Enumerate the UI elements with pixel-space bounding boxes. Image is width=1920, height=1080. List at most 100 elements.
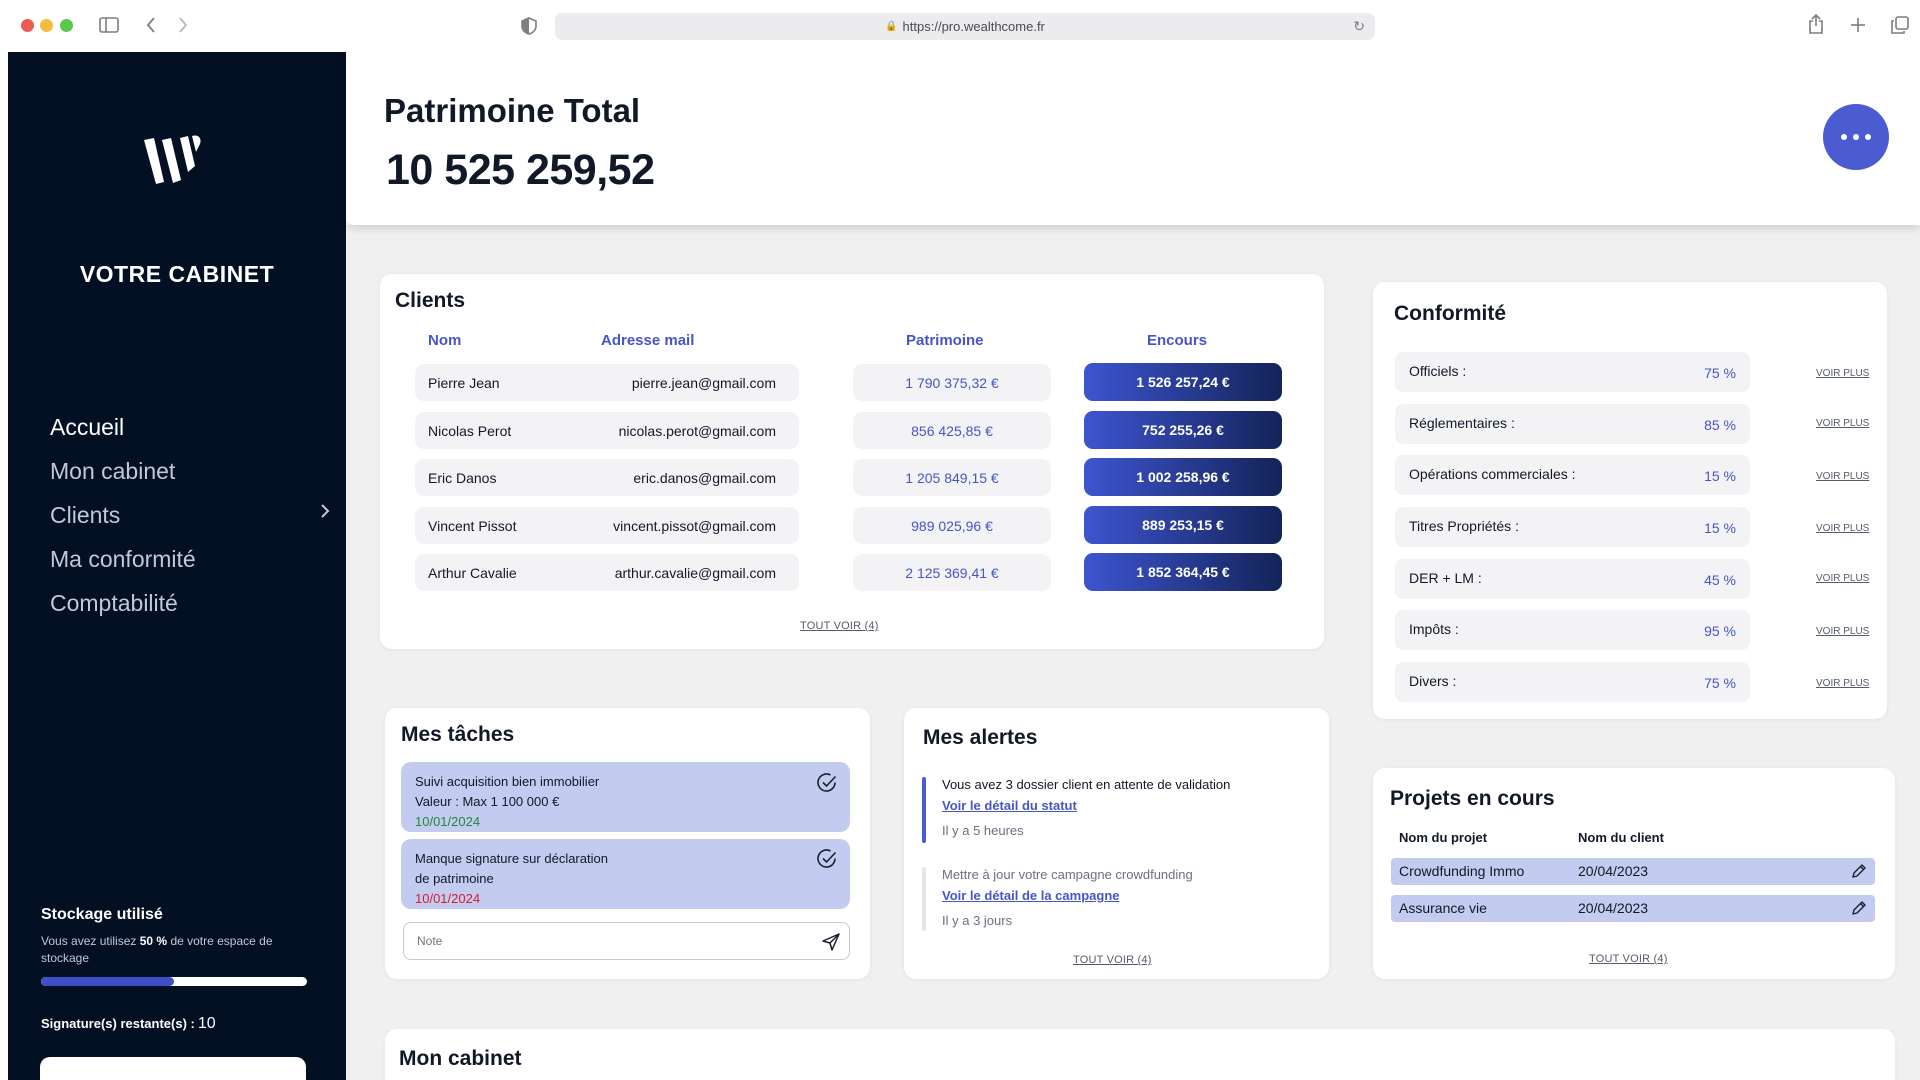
- conformite-percent: 75 %: [1704, 365, 1736, 381]
- storage-text-before: Vous avez utilisez: [41, 934, 137, 948]
- conformite-row-divers: Divers : 75 %: [1395, 662, 1750, 702]
- conformite-title: Conformité: [1394, 302, 1506, 325]
- tab-overview-icon[interactable]: [1891, 16, 1909, 34]
- signature-label: Signature(s) restante(s) :: [41, 1016, 195, 1031]
- client-encours[interactable]: 889 253,15 €: [1084, 506, 1282, 544]
- forward-icon[interactable]: [177, 16, 189, 34]
- check-circle-icon[interactable]: [816, 772, 838, 794]
- wealthcome-logo[interactable]: [140, 132, 210, 192]
- close-window-button[interactable]: [21, 19, 34, 32]
- maximize-window-button[interactable]: [60, 19, 73, 32]
- alert-time: Il y a 5 heures: [942, 823, 1024, 838]
- conformite-row-reglementaires: Réglementaires : 85 %: [1395, 404, 1750, 444]
- voir-plus-link[interactable]: VOIR PLUS: [1816, 471, 1869, 482]
- storage-title: Stockage utilisé: [41, 906, 163, 923]
- client-patrimoine: 989 025,96 €: [853, 507, 1051, 544]
- main-content: Clients Nom Adresse mail Patrimoine Enco…: [346, 225, 1920, 1080]
- sidebar-bottom-button[interactable]: [40, 1057, 306, 1080]
- check-circle-icon[interactable]: [816, 848, 838, 870]
- sidebar-item-accueil[interactable]: Accueil: [50, 405, 340, 449]
- projects-card: Projets en cours Nom du projet Nom du cl…: [1373, 768, 1895, 979]
- task-text: Manque signature sur déclaration de patr…: [415, 849, 608, 909]
- url-text: https://pro.wealthcome.fr: [902, 19, 1045, 34]
- project-name: Crowdfunding Immo: [1399, 863, 1525, 879]
- column-header-name: Nom: [428, 332, 462, 349]
- storage-progress-bar: [41, 977, 307, 986]
- sidebar-item-label: Comptabilité: [50, 589, 178, 616]
- client-name: Arthur Cavalie: [428, 565, 517, 581]
- client-encours[interactable]: 1 526 257,24 €: [1084, 363, 1282, 401]
- reload-icon[interactable]: ↻: [1353, 18, 1365, 35]
- tasks-title: Mes tâches: [401, 723, 515, 746]
- note-input[interactable]: [403, 922, 850, 960]
- sidebar-item-ma-conformite[interactable]: Ma conformité: [50, 537, 340, 581]
- alert-message: Vous avez 3 dossier client en attente de…: [942, 777, 1231, 792]
- header: Patrimoine Total 10 525 259,52: [346, 52, 1920, 225]
- voir-plus-link[interactable]: VOIR PLUS: [1816, 678, 1869, 689]
- client-patrimoine: 1 205 849,15 €: [853, 459, 1051, 496]
- projects-see-all-link[interactable]: TOUT VOIR (4): [1589, 953, 1668, 965]
- conformite-label: Réglementaires :: [1409, 415, 1515, 431]
- conformite-row-der-lm: DER + LM : 45 %: [1395, 559, 1750, 599]
- table-row[interactable]: Nicolas Perot nicolas.perot@gmail.com: [415, 412, 799, 449]
- client-encours[interactable]: 752 255,26 €: [1084, 411, 1282, 449]
- column-header-encours: Encours: [1147, 332, 1208, 349]
- sidebar-item-clients[interactable]: Clients: [50, 493, 340, 537]
- new-tab-icon[interactable]: [1850, 17, 1866, 33]
- voir-plus-link[interactable]: VOIR PLUS: [1816, 523, 1869, 534]
- storage-percent: 50 %: [139, 934, 168, 948]
- project-row[interactable]: Assurance vie 20/04/2023: [1391, 895, 1875, 922]
- voir-plus-link[interactable]: VOIR PLUS: [1816, 626, 1869, 637]
- alert-detail-link[interactable]: Voir le détail de la campagne: [942, 888, 1120, 903]
- clients-title: Clients: [395, 289, 466, 312]
- voir-plus-link[interactable]: VOIR PLUS: [1816, 573, 1869, 584]
- voir-plus-link[interactable]: VOIR PLUS: [1816, 368, 1869, 379]
- minimize-window-button[interactable]: [40, 19, 53, 32]
- voir-plus-link[interactable]: VOIR PLUS: [1816, 418, 1869, 429]
- table-row[interactable]: Vincent Pissot vincent.pissot@gmail.com: [415, 507, 799, 544]
- share-icon[interactable]: [1808, 14, 1824, 34]
- client-patrimoine: 856 425,85 €: [853, 412, 1051, 449]
- sidebar: VOTRE CABINET Accueil Mon cabinet Client…: [8, 52, 346, 1080]
- alerts-see-all-link[interactable]: TOUT VOIR (4): [1073, 954, 1152, 966]
- table-row[interactable]: Eric Danos eric.danos@gmail.com: [415, 459, 799, 496]
- dot-icon: [1853, 134, 1859, 140]
- sidebar-item-label: Ma conformité: [50, 545, 196, 572]
- sidebar-item-mon-cabinet[interactable]: Mon cabinet: [50, 449, 340, 493]
- address-bar[interactable]: 🔒 https://pro.wealthcome.fr ↻: [555, 13, 1375, 40]
- pencil-icon[interactable]: [1851, 863, 1867, 879]
- back-icon[interactable]: [145, 16, 157, 34]
- privacy-shield-icon[interactable]: [521, 17, 537, 35]
- storage-progress-fill: [41, 977, 174, 986]
- mon-cabinet-card: Mon cabinet: [385, 1029, 1895, 1080]
- sidebar-toggle-icon[interactable]: [99, 16, 119, 34]
- client-encours[interactable]: 1 002 258,96 €: [1084, 458, 1282, 496]
- dot-icon: [1865, 134, 1871, 140]
- page-title: Patrimoine Total: [384, 92, 641, 129]
- send-icon[interactable]: [822, 933, 840, 951]
- project-row[interactable]: Crowdfunding Immo 20/04/2023: [1391, 858, 1875, 885]
- dot-icon: [1841, 134, 1847, 140]
- conformite-percent: 45 %: [1704, 572, 1736, 588]
- tasks-card: Mes tâches Suivi acquisition bien immobi…: [385, 708, 870, 979]
- conformite-percent: 85 %: [1704, 417, 1736, 433]
- conformite-card: Conformité Officiels : 75 % VOIR PLUS Ré…: [1373, 282, 1887, 719]
- column-header-client: Nom du client: [1578, 830, 1664, 845]
- table-row[interactable]: Pierre Jean pierre.jean@gmail.com: [415, 364, 799, 401]
- conformite-row-officiels: Officiels : 75 %: [1395, 352, 1750, 392]
- table-row[interactable]: Arthur Cavalie arthur.cavalie@gmail.com: [415, 554, 799, 591]
- alert-detail-link[interactable]: Voir le détail du statut: [942, 798, 1077, 813]
- conformite-row-impots: Impôts : 95 %: [1395, 610, 1750, 650]
- task-item[interactable]: Suivi acquisition bien immobilier Valeur…: [401, 762, 850, 832]
- storage-text: Vous avez utilisez 50 % de votre espace …: [41, 933, 281, 967]
- client-encours[interactable]: 1 852 364,45 €: [1084, 553, 1282, 591]
- alert-message: Mettre à jour votre campagne crowdfundin…: [942, 867, 1193, 882]
- clients-see-all-link[interactable]: TOUT VOIR (4): [800, 620, 879, 632]
- alerts-card: Mes alertes Vous avez 3 dossier client e…: [904, 708, 1329, 979]
- chevron-right-icon: [321, 504, 330, 518]
- more-options-button[interactable]: [1823, 104, 1889, 170]
- task-item[interactable]: Manque signature sur déclaration de patr…: [401, 839, 850, 909]
- pencil-icon[interactable]: [1851, 900, 1867, 916]
- sidebar-item-comptabilite[interactable]: Comptabilité: [50, 581, 340, 625]
- sidebar-nav: Accueil Mon cabinet Clients Ma conformit…: [50, 405, 340, 625]
